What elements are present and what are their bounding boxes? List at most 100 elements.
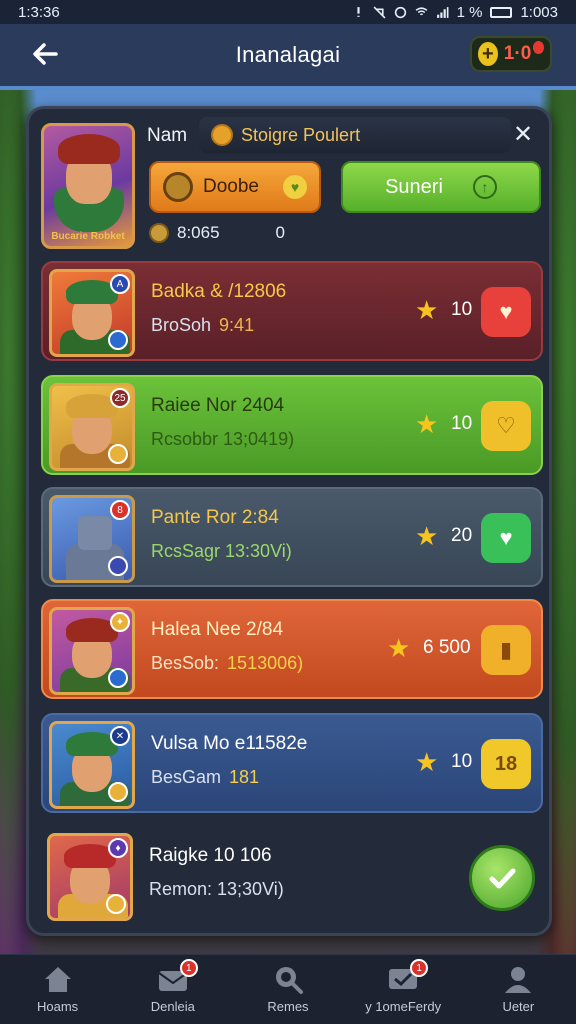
- item-title: Vulsa Mo e11582e: [151, 733, 308, 754]
- item-sub-prefix: BesGam: [151, 767, 222, 787]
- item-rating: 10: [451, 751, 473, 772]
- item-title: Pante Ror 2:84: [151, 507, 279, 528]
- rank-badge-icon: A: [110, 274, 130, 294]
- rank-badge-icon: ♦: [108, 838, 128, 858]
- list-item[interactable]: 8 Pante Ror 2:84 RcsSagr 13:30Vi) ★ 20 ♥: [41, 487, 543, 587]
- nav-mail[interactable]: 1 Denleia: [118, 959, 228, 1014]
- profile-stats: 8:065 0: [149, 219, 349, 247]
- item-subtitle: BesSob: 1513006): [151, 653, 303, 674]
- hero-thumbnail: 8: [49, 495, 135, 583]
- avatar-caption: Bucarie Robket: [51, 231, 125, 242]
- status-clock-right: 1:003: [520, 3, 558, 21]
- item-rating: 10: [451, 299, 473, 320]
- hero-thumbnail: ✦: [49, 607, 135, 695]
- item-title: Raiee Nor 2404: [151, 395, 285, 416]
- mute-icon: [373, 6, 386, 18]
- hero-thumbnail: 25: [49, 383, 135, 471]
- stat-zero: 0: [275, 223, 286, 242]
- notification-badge: 1: [179, 959, 198, 977]
- battery-percent: 1 %: [456, 3, 483, 21]
- badge-button[interactable]: ♡: [481, 401, 531, 451]
- rank-badge-icon: ✦: [110, 612, 130, 632]
- notification-dot: [533, 40, 544, 54]
- item-subtitle: Rcsobbr 13;0419): [151, 429, 302, 450]
- nav-home[interactable]: Hoams: [3, 963, 113, 1014]
- status-icons: 1 % 1:003: [352, 4, 558, 21]
- orange-button-label: Doobe: [203, 176, 259, 197]
- hero-thumbnail: A: [49, 269, 135, 357]
- item-title: Raigke 10 106: [149, 845, 272, 866]
- star-icon: ★: [415, 409, 439, 439]
- list-item[interactable]: ♦ Raigke 10 106 Remon: 13;30Vi): [41, 827, 543, 927]
- star-icon: ★: [387, 633, 411, 663]
- item-subtitle: BesGam 181: [151, 767, 259, 788]
- orange-action-button[interactable]: Doobe ♥: [149, 161, 321, 213]
- card-button[interactable]: ▮: [481, 625, 531, 675]
- item-rating: 20: [451, 525, 473, 546]
- quest-tab[interactable]: Stoigre Poulert: [199, 117, 511, 153]
- alarm-icon: [394, 6, 406, 18]
- bottom-navigation: Hoams 1 Denleia Remes 1 y 1omeFerdy Uete…: [0, 954, 576, 1024]
- medal-icon: [211, 124, 233, 146]
- profile-name: Nam: [147, 125, 188, 146]
- coin-icon: [163, 172, 193, 202]
- item-rating: 10: [451, 413, 473, 434]
- nav-label: Remes: [267, 999, 309, 1014]
- green-button-label: Suneri: [385, 175, 443, 198]
- app-header: Inanalagai + 1·0: [0, 24, 576, 86]
- list-item[interactable]: ✕ Vulsa Mo e11582e BesGam 181 ★ 10 18: [41, 713, 543, 813]
- star-icon: ★: [415, 521, 439, 551]
- item-sub-prefix: BroSoh: [151, 315, 212, 335]
- star-icon: ★: [415, 295, 439, 325]
- list-item[interactable]: A Badka & /12806 BroSoh 9:41 ★ 10 ♥: [41, 261, 543, 361]
- element-badge-icon: [108, 782, 128, 802]
- nav-search[interactable]: Remes: [233, 963, 343, 1014]
- notification-badge: 1: [410, 959, 429, 977]
- item-sub-highlight: 181: [229, 767, 260, 787]
- nav-messages[interactable]: 1 y 1omeFerdy: [348, 959, 458, 1014]
- check-icon: [489, 868, 516, 889]
- battery-icon: [490, 6, 513, 18]
- element-badge-icon: [108, 330, 128, 350]
- profile-avatar[interactable]: Bucarie Robket: [41, 123, 135, 249]
- element-badge-icon: [108, 444, 128, 464]
- notification-icon: [357, 6, 360, 17]
- item-sub-prefix: RcsSagr 13:30Vi): [151, 541, 292, 561]
- item-title: Halea Nee 2/84: [151, 619, 284, 640]
- main-panel: Bucarie Robket Nam Stoigre Poulert ✕ Doo…: [26, 106, 552, 936]
- item-sub-highlight: 1513006): [227, 653, 304, 673]
- coins-counter[interactable]: + 1·0: [470, 36, 552, 72]
- home-icon: [44, 967, 71, 992]
- tower-top: [78, 516, 112, 550]
- quest-label: Stoigre Poulert: [241, 124, 361, 145]
- item-subtitle: BroSoh 9:41: [151, 315, 254, 336]
- element-badge-icon: [108, 668, 128, 688]
- green-action-button[interactable]: Suneri ↑: [341, 161, 541, 213]
- list-item[interactable]: ✦ Halea Nee 2/84 BesSob: 1513006) ★ 6 500…: [41, 599, 543, 699]
- level-badge-button[interactable]: 18: [481, 739, 531, 789]
- stat-value: 8:065: [177, 223, 220, 242]
- heart-button[interactable]: ♥: [481, 287, 531, 337]
- nav-label: Denleia: [150, 999, 195, 1014]
- status-bar: 1:3:36 1 % 1:003: [0, 0, 576, 24]
- close-icon[interactable]: ✕: [511, 123, 535, 147]
- heart-button[interactable]: ♥: [481, 513, 531, 563]
- heart-gem-icon: ♥: [283, 175, 307, 199]
- list-item[interactable]: 25 Raiee Nor 2404 Rcsobbr 13;0419) ★ 10 …: [41, 375, 543, 475]
- item-sub-prefix: Remon: 13;30Vi): [149, 879, 284, 899]
- rank-badge-icon: 8: [110, 500, 130, 520]
- hero-thumbnail: ✕: [49, 721, 135, 809]
- coins-value: 1·0: [503, 43, 532, 64]
- add-coins-icon[interactable]: +: [478, 42, 498, 66]
- nav-profile[interactable]: Ueter: [463, 963, 573, 1014]
- rank-badge-icon: ✕: [110, 726, 130, 746]
- confirm-button[interactable]: [469, 845, 535, 911]
- signal-icon: [436, 6, 449, 18]
- status-time: 1:3:36: [18, 3, 60, 21]
- item-sub-prefix: Rcsobbr 13;0419): [151, 429, 295, 449]
- item-rating: 6 500: [423, 637, 471, 658]
- nav-label: Hoams: [37, 999, 79, 1014]
- item-sub-prefix: BesSob:: [151, 653, 220, 673]
- item-sub-highlight: 9:41: [219, 315, 255, 335]
- upgrade-arrow-icon: ↑: [472, 175, 497, 199]
